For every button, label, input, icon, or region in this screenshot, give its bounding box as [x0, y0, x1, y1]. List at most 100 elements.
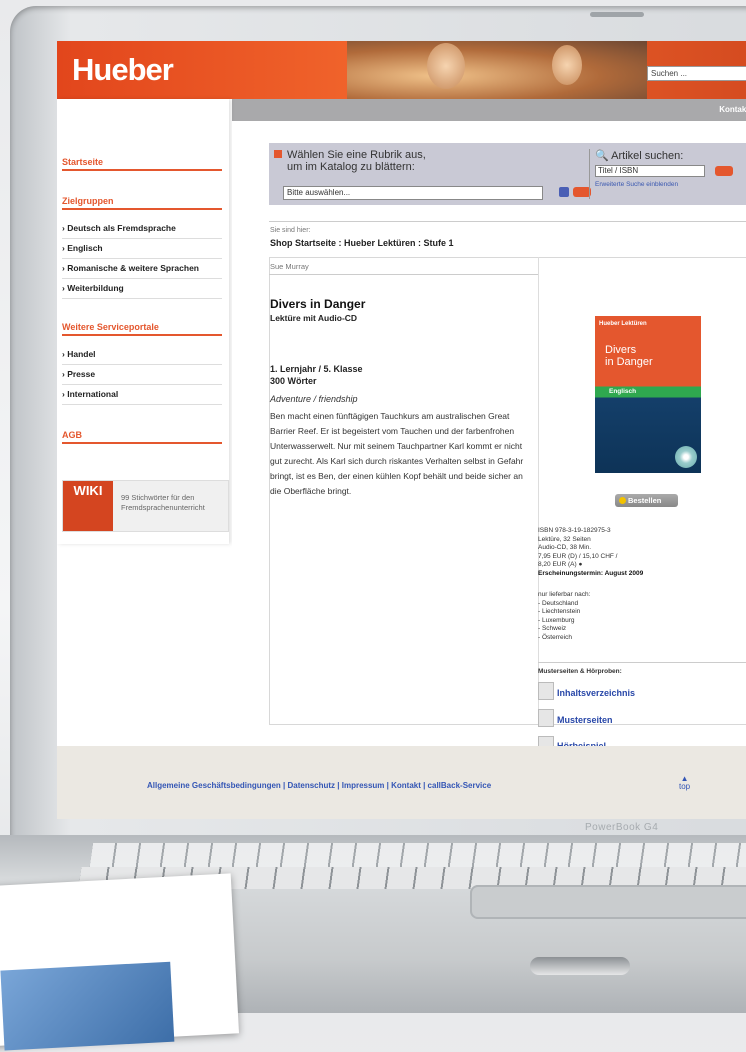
release-date: Erscheinungstermin: August 2009: [538, 569, 644, 577]
main-content: Wählen Sie eine Rubrik aus, um im Katalo…: [232, 121, 746, 754]
rubrik-title-line: Wählen Sie eine Rubrik aus,: [287, 149, 426, 161]
divider: [269, 221, 746, 222]
hueber-logo[interactable]: Hueber: [72, 52, 174, 88]
extended-search-link[interactable]: Erweiterte Suche einblenden: [595, 181, 678, 188]
paper-sheet: [0, 873, 240, 1051]
divider: [62, 169, 222, 171]
top-nav-bar: Kontakt: [232, 99, 746, 121]
sidebar-item-label: Romanische & weitere Sprachen: [67, 263, 199, 273]
catalog-box: Wählen Sie eine Rubrik aus, um im Katalo…: [269, 143, 746, 205]
sidebar-item-label: Handel: [67, 349, 96, 359]
header-photo: [347, 41, 647, 99]
sample-musterseiten-link[interactable]: Musterseiten: [557, 715, 613, 725]
pdf-icon: [538, 682, 554, 700]
product-meta: ISBN 978-3-19-182975-3 Lektüre, 32 Seite…: [538, 527, 643, 578]
top-label: top: [679, 782, 691, 791]
level-line: 300 Wörter: [270, 376, 317, 386]
avail-country: - Schweiz: [538, 625, 567, 632]
sidebar-item-daf[interactable]: › Deutsch als Fremdsprache: [62, 219, 222, 239]
sample-inhaltsverzeichnis-link[interactable]: Inhaltsverzeichnis: [557, 688, 635, 698]
paper-image: [0, 961, 175, 1051]
select-arrow-icon[interactable]: [559, 187, 569, 197]
footer-links[interactable]: Allgemeine Geschäftsbedingungen | Datens…: [147, 781, 491, 790]
book-cover[interactable]: Hueber Lektüren Divers in Danger Englisc…: [595, 316, 701, 473]
meta-line: 8,20 EUR (A) ●: [538, 561, 583, 568]
header-search-input[interactable]: Suchen ...: [647, 66, 746, 81]
meta-line: Lektüre, 32 Seiten: [538, 535, 591, 543]
sidebar-item-label: Weiterbildung: [67, 283, 124, 293]
pdf-icon: [538, 709, 554, 727]
product-description: Ben macht einen fünftägigen Tauchkurs am…: [270, 411, 524, 496]
wiki-banner[interactable]: WIKI 99 Stichwörter für den Fremdsprache…: [62, 480, 229, 532]
sidebar-item-label: Deutsch als Fremdsprache: [67, 223, 176, 233]
sidebar-item-label: Presse: [67, 369, 96, 379]
divider: [538, 662, 746, 663]
breadcrumb-label: Sie sind hier:: [270, 227, 311, 234]
latch: [530, 957, 630, 975]
meta-line: ISBN 978-3-19-182975-3: [538, 527, 611, 534]
rubrik-title-line: um im Katalog zu blättern:: [287, 161, 415, 173]
product-title: Divers in Danger: [270, 297, 366, 311]
avail-country: - Österreich: [538, 633, 572, 641]
avail-country: - Liechtenstein: [538, 608, 581, 615]
sidebar-item-presse[interactable]: › Presse: [62, 365, 222, 385]
sidebar-startseite[interactable]: Startseite: [62, 157, 103, 167]
avail-country: - Deutschland: [538, 599, 579, 607]
samples-label: Musterseiten & Hörproben:: [538, 668, 622, 675]
sidebar-item-handel[interactable]: › Handel: [62, 345, 222, 365]
woman-face: [427, 43, 465, 89]
sidebar-serviceportale-heading: Weitere Serviceportale: [62, 322, 159, 332]
site-header: Hueber Suchen ...: [57, 41, 746, 99]
screen: Hueber Suchen ... Kontakt Startseite Zie…: [57, 41, 746, 819]
cd-icon: [675, 446, 697, 468]
avail-label: nur lieferbar nach:: [538, 591, 591, 598]
cover-title-line: in Danger: [605, 356, 653, 368]
product-author: Sue Murray: [270, 262, 309, 271]
divider: [269, 274, 538, 275]
availability: nur lieferbar nach: - Deutschland - Liec…: [538, 591, 590, 642]
orange-bullet-icon: [274, 150, 282, 158]
divider: [62, 334, 222, 336]
sidebar-agb[interactable]: AGB: [62, 430, 82, 440]
divider: [589, 149, 590, 199]
divider: [538, 257, 539, 723]
man-face: [552, 45, 582, 85]
wiki-text: 99 Stichwörter für den Fremdsprachenunte…: [121, 493, 205, 512]
cover-title-line: Divers: [605, 344, 637, 356]
meta-line: 7,95 EUR (D) / 15,10 CHF /: [538, 552, 618, 560]
article-search-go-button[interactable]: [715, 166, 733, 176]
wiki-logo: WIKI: [63, 481, 113, 531]
article-search-title: 🔍 Artikel suchen:: [595, 150, 684, 162]
sidebar-item-weiterbildung[interactable]: › Weiterbildung: [62, 279, 222, 299]
avail-country: - Luxemburg: [538, 616, 575, 624]
sidebar-item-international[interactable]: › International: [62, 385, 222, 405]
order-label: Bestellen: [628, 496, 662, 505]
level-line: 1. Lernjahr / 5. Klasse: [270, 364, 363, 374]
laptop: Hueber Suchen ... Kontakt Startseite Zie…: [0, 0, 746, 1051]
article-search-input[interactable]: Titel / ISBN: [595, 165, 705, 177]
cover-language: Englisch: [609, 388, 637, 395]
model-label: PowerBook G4: [585, 822, 659, 833]
article-search-label: Artikel suchen:: [611, 150, 684, 162]
kontakt-link[interactable]: Kontakt: [719, 105, 746, 114]
product-subtitle: Lektüre mit Audio-CD: [270, 313, 358, 323]
breadcrumb[interactable]: Shop Startseite : Hueber Lektüren : Stuf…: [270, 238, 454, 248]
sidebar-item-romanische[interactable]: › Romanische & weitere Sprachen: [62, 259, 222, 279]
camera: [590, 12, 644, 17]
divider: [62, 208, 222, 210]
meta-line: Audio-CD, 38 Min.: [538, 544, 592, 551]
order-button[interactable]: Bestellen: [615, 494, 678, 507]
cover-series: Hueber Lektüren: [599, 321, 647, 327]
sidebar-item-label: International: [67, 389, 119, 399]
back-to-top[interactable]: ▲ top: [679, 775, 690, 791]
product-level: 1. Lernjahr / 5. Klasse 300 Wörter: [270, 363, 363, 387]
divider: [62, 442, 222, 444]
sidebar: Startseite Zielgruppen › Deutsch als Fre…: [57, 99, 229, 544]
trackpad: [470, 885, 746, 919]
cart-dot-icon: [619, 497, 626, 504]
site-footer: Allgemeine Geschäftsbedingungen | Datens…: [57, 746, 746, 819]
sidebar-zielgruppen-heading: Zielgruppen: [62, 196, 114, 206]
sidebar-item-englisch[interactable]: › Englisch: [62, 239, 222, 259]
rubrik-select[interactable]: Bitte auswählen...: [283, 186, 543, 200]
rubrik-title: Wählen Sie eine Rubrik aus, um im Katalo…: [287, 149, 426, 173]
